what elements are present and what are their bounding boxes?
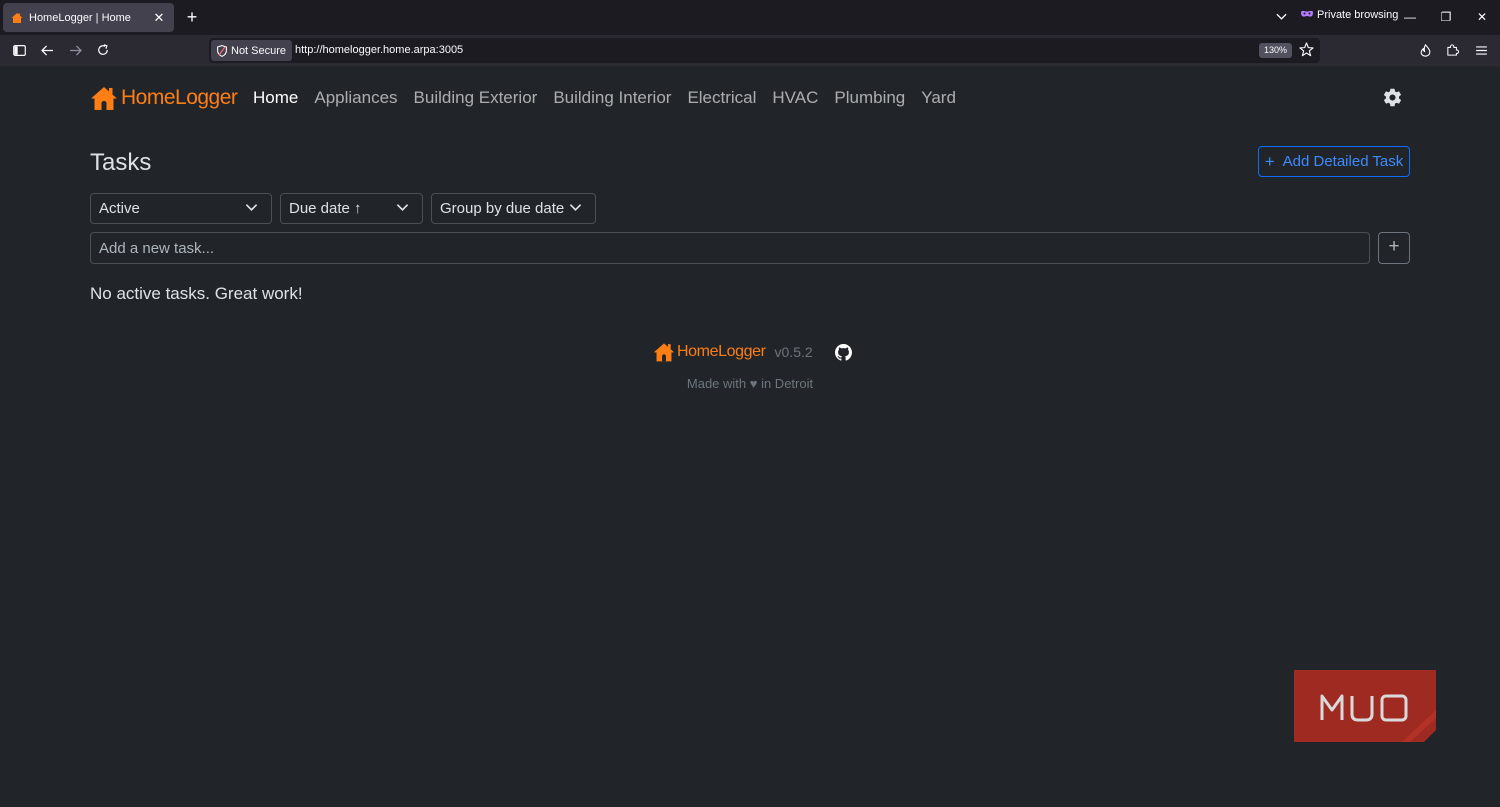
homelogger-favicon-icon [11,12,23,24]
page-content: HomeLogger Home Appliances Building Exte… [0,66,1500,807]
window-restore-button[interactable]: ❐ [1436,7,1456,27]
nav-item-building-exterior[interactable]: Building Exterior [414,88,538,108]
sort-value: Due date ↑ [289,200,362,217]
not-secure-label: Not Secure [231,44,287,57]
footer-brand-name: HomeLogger [677,343,766,360]
muo-watermark-logo [1294,670,1436,742]
nav-item-home[interactable]: Home [253,88,298,108]
github-icon[interactable] [834,343,852,361]
add-detailed-task-button[interactable]: + Add Detailed Task [1258,146,1410,177]
extensions-puzzle-icon[interactable] [1443,40,1463,60]
private-mask-icon [1301,10,1313,20]
url-bar[interactable]: Not Secure http://homelogger.home.arpa:3… [209,38,1320,63]
nav-item-hvac[interactable]: HVAC [772,88,818,108]
sidebar-toggle-icon[interactable] [9,40,29,60]
footer-brand: HomeLogger v0.5.2 [653,341,852,363]
house-logo-icon [90,84,118,112]
add-detailed-task-label: Add Detailed Task [1282,153,1404,170]
forward-arrow-icon[interactable] [65,40,85,60]
new-task-input[interactable] [90,232,1370,264]
tab-title: HomeLogger | Home [29,11,131,24]
empty-tasks-message: No active tasks. Great work! [90,284,303,303]
add-task-button[interactable]: + [1378,232,1410,264]
group-by-value: Group by due date [440,200,565,217]
nav-item-building-interior[interactable]: Building Interior [553,88,671,108]
tab-close-icon[interactable]: ✕ [152,10,166,26]
tab-list-chevron-icon[interactable] [1272,8,1290,26]
zoom-level-badge[interactable]: 130% [1259,43,1293,58]
chevron-down-icon [245,203,259,213]
brand-name: HomeLogger [121,86,238,109]
site-security-button[interactable]: Not Secure [211,40,293,61]
new-tab-button[interactable]: + [182,7,202,27]
browser-tab[interactable]: HomeLogger | Home ✕ [3,3,174,32]
reload-icon[interactable] [93,40,113,60]
window-minimize-button[interactable]: — [1400,7,1420,27]
status-filter-value: Active [99,200,140,217]
plus-icon: + [1264,151,1275,171]
app-version: v0.5.2 [774,344,813,360]
sort-select[interactable]: Due date ↑ [280,193,423,224]
private-browsing-indicator: Private browsing [1301,9,1398,21]
hamburger-menu-icon[interactable] [1471,40,1491,60]
status-filter-select[interactable]: Active [90,193,272,224]
window-close-button[interactable]: ✕ [1472,7,1492,27]
nav-item-electrical[interactable]: Electrical [687,88,756,108]
settings-gear-icon[interactable] [1382,87,1403,108]
browser-nav-bar: Not Secure http://homelogger.home.arpa:3… [0,35,1500,66]
chevron-down-icon [569,203,583,213]
nav-item-plumbing[interactable]: Plumbing [834,88,905,108]
brand-logo[interactable]: HomeLogger [90,84,238,112]
main-nav: Home Appliances Building Exterior Buildi… [253,88,972,108]
nav-item-appliances[interactable]: Appliances [314,88,397,108]
house-logo-icon [653,341,675,363]
browser-tab-bar: HomeLogger | Home ✕ + Private browsing —… [0,0,1500,35]
chevron-down-icon [396,203,410,213]
private-browsing-label: Private browsing [1317,9,1399,21]
bookmark-star-icon[interactable] [1299,42,1315,58]
back-arrow-icon[interactable] [37,40,57,60]
group-by-select[interactable]: Group by due date [431,193,596,224]
shield-warning-icon [217,44,227,57]
flame-icon[interactable] [1415,40,1435,60]
page-title: Tasks [90,149,152,176]
nav-item-yard[interactable]: Yard [921,88,956,108]
url-text[interactable]: http://homelogger.home.arpa:3005 [295,44,463,56]
made-with-text: Made with ♥ in Detroit [686,376,814,391]
